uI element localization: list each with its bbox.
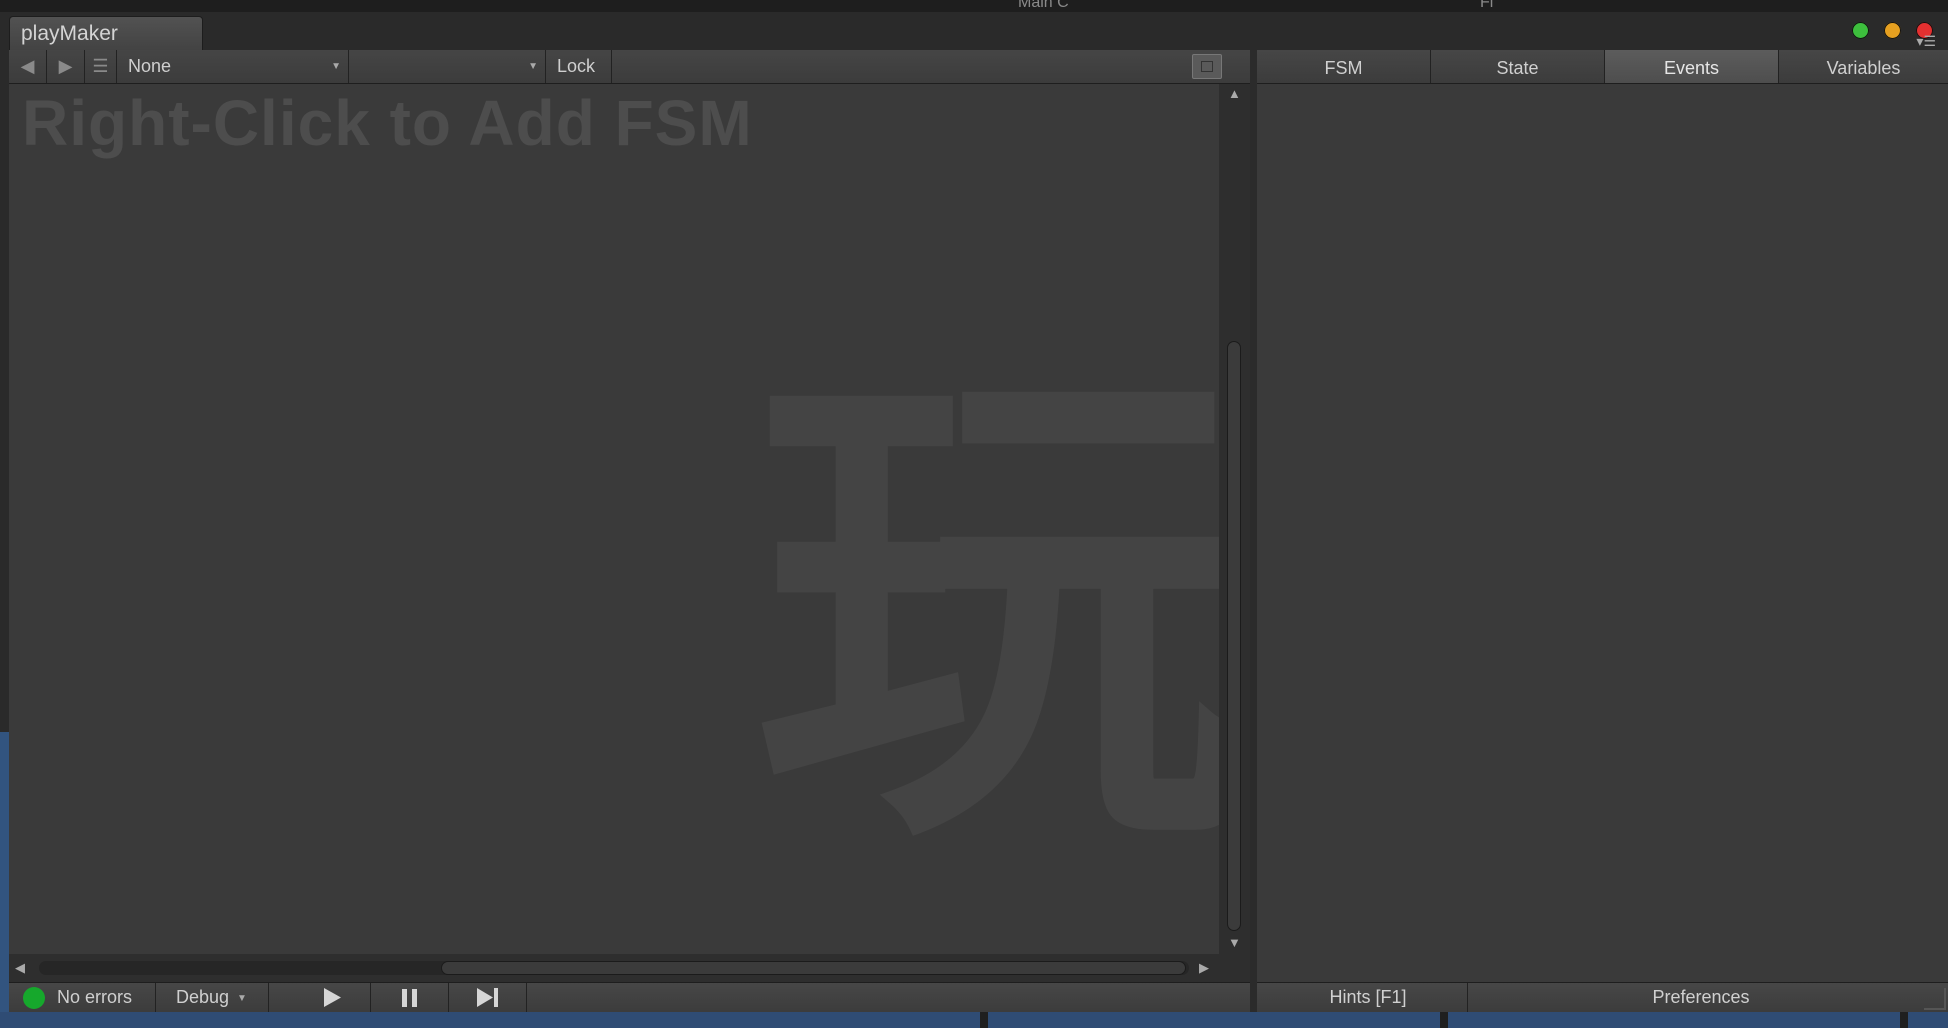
- pause-icon: [402, 989, 417, 1007]
- play-button[interactable]: [293, 983, 371, 1012]
- background-bottom-strip: [0, 1012, 1948, 1028]
- horizontal-scroll-thumb[interactable]: [441, 961, 1186, 975]
- preferences-button[interactable]: Preferences: [1468, 983, 1934, 1012]
- window-tab-playmaker[interactable]: playMaker: [9, 16, 203, 50]
- hints-button[interactable]: Hints [F1]: [1269, 983, 1468, 1012]
- tab-fsm[interactable]: FSM: [1257, 50, 1431, 83]
- pause-button[interactable]: [371, 983, 449, 1012]
- step-button[interactable]: [449, 983, 527, 1012]
- maximize-light-icon[interactable]: [1852, 22, 1869, 39]
- status-bar: No errors Debug ▼: [9, 982, 1250, 1012]
- status-ok-icon: [23, 987, 45, 1009]
- chevron-down-icon: ▼: [331, 61, 341, 72]
- graph-toolbar: ◀ ▶ ☰ None ▼ ▼ Lock: [9, 50, 1250, 84]
- fsm-graph-canvas[interactable]: Right-Click to Add FSM 玩: [9, 84, 1219, 954]
- lock-toggle[interactable]: Lock: [546, 50, 612, 83]
- tab-variables[interactable]: Variables: [1779, 50, 1948, 83]
- resize-grip-icon[interactable]: [1924, 988, 1946, 1010]
- background-left-edge: [0, 12, 9, 1028]
- graph-view-button[interactable]: [1192, 54, 1222, 79]
- inspector-footer: Hints [F1] Preferences: [1257, 982, 1948, 1012]
- forward-button[interactable]: ▶: [47, 50, 85, 83]
- playmaker-window: playMaker ▾☰ ◀ ▶ ☰ None ▼ ▼ Lock Right-C…: [9, 12, 1948, 1012]
- back-button[interactable]: ◀: [9, 50, 47, 83]
- vertical-scrollbar[interactable]: ▲ ▼: [1219, 84, 1250, 954]
- error-status[interactable]: No errors: [9, 983, 156, 1012]
- play-icon: [324, 988, 341, 1007]
- scroll-down-icon[interactable]: ▼: [1228, 935, 1241, 950]
- arrow-left-icon: ◀: [20, 56, 35, 76]
- list-button[interactable]: ☰: [85, 50, 117, 83]
- playmaker-watermark-logo: 玩: [754, 321, 1219, 903]
- scroll-left-icon[interactable]: ◀: [15, 960, 25, 976]
- debug-dropdown[interactable]: Debug ▼: [156, 983, 269, 1012]
- horizontal-scrollbar[interactable]: ◀ ▶: [9, 954, 1250, 982]
- inspector-panel: FSM State Events Variables Hints [F1] Pr…: [1257, 50, 1948, 1012]
- tab-state[interactable]: State: [1431, 50, 1605, 83]
- state-select-dropdown[interactable]: ▼: [349, 50, 546, 83]
- inspector-tabs: FSM State Events Variables: [1257, 50, 1948, 84]
- fsm-select-value: None: [128, 56, 172, 76]
- fsm-select-dropdown[interactable]: None ▼: [117, 50, 349, 83]
- chevron-down-icon: ▼: [528, 61, 538, 72]
- error-status-text: No errors: [57, 987, 133, 1007]
- window-menu-icon[interactable]: ▾☰: [1916, 34, 1936, 48]
- ghost-tab-label: Main C: [1018, 0, 1069, 11]
- scroll-up-icon[interactable]: ▲: [1228, 86, 1241, 101]
- chevron-down-icon: ▼: [237, 993, 247, 1004]
- background-window-strip: Main C Fi: [0, 0, 1948, 12]
- empty-canvas-hint: Right-Click to Add FSM: [22, 87, 753, 159]
- tab-events[interactable]: Events: [1605, 50, 1779, 83]
- debug-label: Debug: [176, 987, 230, 1007]
- ghost-file-label: Fi: [1480, 0, 1494, 11]
- list-icon: ☰: [92, 56, 109, 76]
- arrow-right-icon: ▶: [58, 56, 73, 76]
- title-bar: playMaker ▾☰: [9, 12, 1948, 50]
- graph-view-icon: [1201, 61, 1213, 72]
- panel-divider[interactable]: [1250, 50, 1257, 1012]
- scroll-right-icon[interactable]: ▶: [1199, 960, 1209, 976]
- step-icon: [477, 988, 498, 1007]
- vertical-scroll-thumb[interactable]: [1227, 341, 1241, 931]
- minimize-light-icon[interactable]: [1884, 22, 1901, 39]
